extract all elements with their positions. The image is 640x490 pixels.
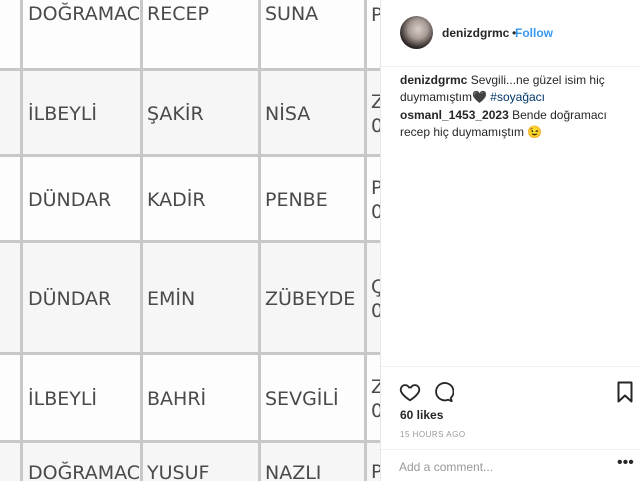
- table-row: DOĞRAMACI YUSUF NAZLI P: [0, 440, 380, 481]
- add-comment-bar: •••: [381, 449, 640, 490]
- table-cell: P0: [367, 157, 380, 243]
- comment-item: osmanl_1453_2023 Bende doğramacı recep h…: [400, 107, 625, 141]
- table-cell-text: 0: [371, 201, 380, 223]
- comment-icon[interactable]: [432, 381, 454, 403]
- table-cell: YUSUF: [143, 443, 261, 481]
- table-cell: SEVGİLİ: [261, 355, 367, 443]
- table-cell-text: Z: [371, 376, 380, 398]
- post-timestamp[interactable]: 15 HOURS AGO: [400, 430, 466, 439]
- table-cell: DÜNDAR: [20, 157, 143, 243]
- table-cell: ZÜBEYDE: [261, 243, 367, 355]
- table-cell-text: Z: [371, 91, 380, 113]
- table-row: İLBEYLİ BAHRİ SEVGİLİ Z0: [0, 352, 380, 443]
- table-cell: Z0: [367, 355, 380, 443]
- post-author-username[interactable]: denizdgrmc: [442, 26, 509, 40]
- comment-username[interactable]: denizdgrmc: [400, 73, 467, 87]
- table-cell: EMİN: [143, 243, 261, 355]
- table-row: DÜNDAR EMİN ZÜBEYDE Ç0: [0, 240, 380, 355]
- post-photo: DOĞRAMACI RECEP SUNA P İLBEYLİ ŞAKİR NİS…: [0, 0, 380, 481]
- comments-list: denizdgrmc Sevgili...ne güzel isim hiç d…: [400, 72, 625, 141]
- heart-icon[interactable]: [399, 381, 421, 403]
- table-row: DOĞRAMACI RECEP SUNA P: [0, 0, 380, 71]
- table-cell: NİSA: [261, 71, 367, 157]
- comment-username[interactable]: osmanl_1453_2023: [400, 108, 509, 122]
- table-cell: DOĞRAMACI: [20, 443, 143, 481]
- add-comment-input[interactable]: [399, 460, 599, 474]
- table-cell-text: P: [371, 177, 380, 199]
- likes-count[interactable]: 60 likes: [400, 408, 443, 422]
- post-actions: 60 likes 15 HOURS AGO •••: [381, 366, 640, 487]
- table-cell: SUNA: [261, 0, 367, 71]
- table-cell: DOĞRAMACI: [20, 0, 143, 71]
- table-cell: RECEP: [143, 0, 261, 71]
- follow-button[interactable]: Follow: [515, 26, 553, 40]
- table-cell: DÜNDAR: [20, 243, 143, 355]
- table-cell: P: [367, 0, 380, 71]
- bookmark-icon[interactable]: [617, 381, 633, 403]
- more-options-icon[interactable]: •••: [617, 454, 634, 472]
- post-header: denizdgrmc • Follow: [381, 0, 640, 67]
- table-cell: PENBE: [261, 157, 367, 243]
- table-cell: Ç0: [367, 243, 380, 355]
- table-cell: NAZLI: [261, 443, 367, 481]
- table-cell-text: 0: [371, 115, 380, 137]
- table-border: [20, 0, 23, 481]
- post-sidebar: denizdgrmc • Follow denizdgrmc Sevgili..…: [380, 0, 640, 481]
- surname-table: DOĞRAMACI RECEP SUNA P İLBEYLİ ŞAKİR NİS…: [0, 0, 380, 481]
- table-cell: İLBEYLİ: [20, 355, 143, 443]
- table-cell: İLBEYLİ: [20, 71, 143, 157]
- table-cell: ŞAKİR: [143, 71, 261, 157]
- table-cell-text: P: [371, 461, 380, 481]
- table-cell: BAHRİ: [143, 355, 261, 443]
- hashtag-link[interactable]: #soyağacı: [490, 90, 545, 104]
- table-row: İLBEYLİ ŞAKİR NİSA Z0: [0, 68, 380, 157]
- caption: denizdgrmc Sevgili...ne güzel isim hiç d…: [400, 72, 625, 106]
- table-cell-text: 0: [371, 400, 380, 422]
- table-row: DÜNDAR KADİR PENBE P0: [0, 154, 380, 243]
- table-cell: P: [367, 443, 380, 481]
- table-cell: Z0: [367, 71, 380, 157]
- table-cell-text: Ç: [371, 276, 380, 298]
- table-cell-text: 0: [371, 300, 380, 322]
- table-cell-text: P: [371, 4, 380, 26]
- table-cell: KADİR: [143, 157, 261, 243]
- avatar[interactable]: [400, 16, 433, 49]
